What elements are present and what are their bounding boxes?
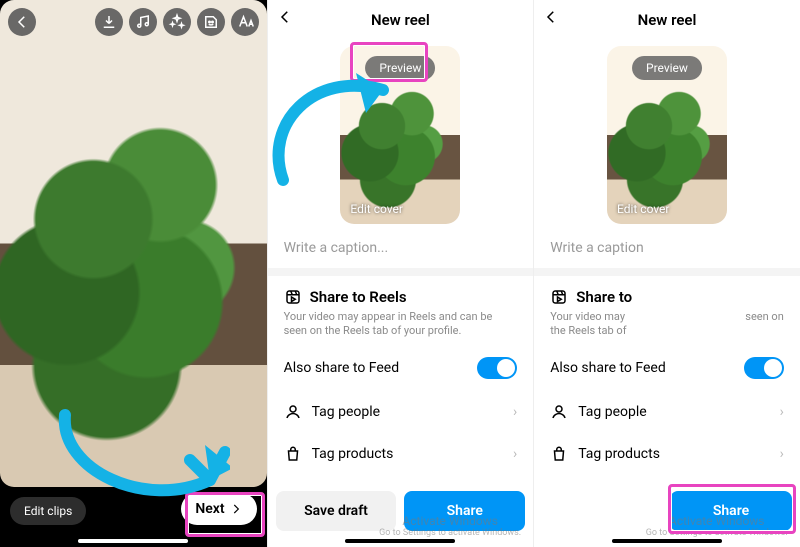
preview-photo xyxy=(0,0,267,487)
next-label: Next xyxy=(195,501,224,517)
editor-toolbar xyxy=(0,8,267,36)
bag-icon xyxy=(284,445,302,463)
preview-button[interactable]: Preview xyxy=(632,56,702,80)
bottom-bar: Save draft Share xyxy=(268,491,534,531)
back-button[interactable] xyxy=(276,8,294,26)
share-button[interactable]: Share xyxy=(670,491,792,531)
also-share-row: Also share to Feed xyxy=(534,345,800,391)
share-heading: Share to xyxy=(576,288,632,306)
plant-image xyxy=(0,0,267,487)
save-draft-button[interactable]: Save draft xyxy=(276,491,397,531)
tag-people-row[interactable]: Tag people › xyxy=(534,391,800,433)
person-icon xyxy=(284,403,302,421)
chevron-right-icon: › xyxy=(513,404,517,420)
tag-products-row[interactable]: Tag products › xyxy=(534,433,800,475)
chevron-right-icon: › xyxy=(513,446,517,462)
caption-input[interactable]: Write a caption xyxy=(534,224,800,268)
share-description: Your video may appear in Reels and can b… xyxy=(284,310,518,339)
also-share-label: Also share to Feed xyxy=(284,360,400,376)
reels-icon xyxy=(284,288,302,306)
back-icon[interactable] xyxy=(8,8,36,36)
reels-icon xyxy=(550,288,568,306)
page-title: New reel xyxy=(638,11,697,29)
effects-icon[interactable] xyxy=(163,8,191,36)
caption-input[interactable]: Write a caption... xyxy=(268,224,534,268)
download-icon[interactable] xyxy=(95,8,123,36)
bottom-bar: Share xyxy=(534,491,800,531)
screen-new-reel-2: New reel Preview Edit cover Write a capt… xyxy=(533,0,800,547)
share-heading: Share to Reels xyxy=(310,288,407,306)
also-share-row: Also share to Feed xyxy=(268,345,534,391)
share-section: Share to Your video may seen on the Reel… xyxy=(534,276,800,345)
page-title: New reel xyxy=(371,11,430,29)
edit-cover-button[interactable]: Edit cover xyxy=(350,202,403,216)
tag-products-row[interactable]: Tag products › xyxy=(268,433,534,475)
sticker-icon[interactable] xyxy=(197,8,225,36)
music-icon[interactable] xyxy=(129,8,157,36)
also-share-toggle[interactable] xyxy=(477,357,517,379)
back-button[interactable] xyxy=(542,8,560,26)
home-indicator xyxy=(78,539,188,543)
header: New reel xyxy=(534,0,800,40)
also-share-label: Also share to Feed xyxy=(550,360,666,376)
divider xyxy=(534,268,800,276)
cover-preview[interactable]: Preview Edit cover xyxy=(607,46,727,224)
tag-products-label: Tag products xyxy=(578,446,660,462)
also-share-toggle[interactable] xyxy=(744,357,784,379)
chevron-right-icon: › xyxy=(780,404,784,420)
home-indicator xyxy=(612,539,722,543)
screen-new-reel-1: New reel Preview Edit cover Write a capt… xyxy=(267,0,534,547)
edit-cover-button[interactable]: Edit cover xyxy=(617,202,670,216)
home-indicator xyxy=(345,539,455,543)
tag-products-label: Tag products xyxy=(312,446,394,462)
tag-people-row[interactable]: Tag people › xyxy=(268,391,534,433)
tag-people-label: Tag people xyxy=(312,404,381,420)
share-description: Your video may seen on the Reels tab of xyxy=(550,310,784,339)
share-button[interactable]: Share xyxy=(404,491,525,531)
next-button[interactable]: Next xyxy=(181,493,256,525)
preview-button[interactable]: Preview xyxy=(365,56,435,80)
edit-clips-button[interactable]: Edit clips xyxy=(10,497,86,525)
chevron-right-icon: › xyxy=(780,446,784,462)
header: New reel xyxy=(268,0,534,40)
cover-preview[interactable]: Preview Edit cover xyxy=(340,46,460,224)
text-icon[interactable] xyxy=(231,8,259,36)
tag-people-label: Tag people xyxy=(578,404,647,420)
person-icon xyxy=(550,403,568,421)
share-section: Share to Reels Your video may appear in … xyxy=(268,276,534,345)
bag-icon xyxy=(550,445,568,463)
screen-editor: Edit clips Next xyxy=(0,0,267,547)
divider xyxy=(268,268,534,276)
